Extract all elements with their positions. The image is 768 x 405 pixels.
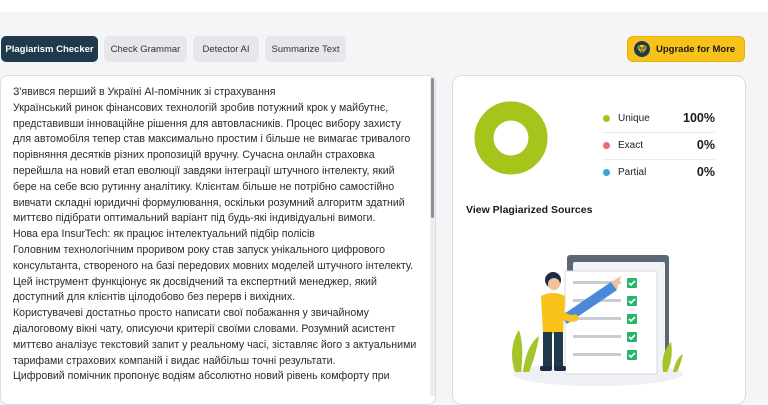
unique-dot: [603, 114, 610, 122]
upgrade-label: Upgrade for More: [656, 43, 736, 55]
legend-divider: [603, 159, 715, 160]
partial-dot: [603, 168, 610, 176]
editor-content[interactable]: З'явився перший в Україні AI-помічник зі…: [13, 85, 417, 385]
results-donut-chart: [474, 101, 548, 175]
editor-paragraph: Український ринок фінансових технологій …: [13, 101, 411, 225]
tab-check-grammar[interactable]: Check Grammar: [104, 36, 187, 62]
results-panel: Unique 100% Exact 0% Partial 0% View Pla…: [452, 75, 746, 405]
editor-paragraph: Головним технологічним проривом року ста…: [13, 243, 414, 304]
view-plagiarized-sources-heading: View Plagiarized Sources: [466, 204, 593, 216]
upgrade-button[interactable]: Upgrade for More: [627, 36, 745, 62]
legend-partial-label: Partial: [618, 166, 647, 178]
legend-unique: Unique 100%: [603, 109, 715, 127]
editor-paragraph: Нова ера InsurTech: як працює інтелектуа…: [13, 228, 315, 241]
legend-exact: Exact 0%: [603, 136, 715, 154]
legend-partial: Partial 0%: [603, 163, 715, 181]
tab-summarize-text[interactable]: Summarize Text: [265, 36, 346, 62]
legend-unique-value: 100%: [683, 111, 715, 125]
tab-plagiarism-checker[interactable]: Plagiarism Checker: [1, 36, 98, 62]
editor-paragraph: Користувачеві достатньо просто написати …: [13, 307, 417, 367]
tab-detector-ai[interactable]: Detector AI: [193, 36, 259, 62]
legend-partial-value: 0%: [696, 165, 715, 179]
unique-segment: [474, 101, 548, 175]
editor-paragraph: Цифровий помічник пропонує водіям абсолю…: [13, 370, 390, 383]
checklist-illustration: [512, 255, 683, 386]
diamond-icon: [634, 41, 650, 57]
text-editor[interactable]: З'явився перший в Україні AI-помічник зі…: [0, 75, 436, 405]
editor-paragraph: З'явився перший в Україні AI-помічник зі…: [13, 86, 276, 98]
editor-scrollbar-thumb[interactable]: [431, 78, 434, 218]
legend-exact-value: 0%: [696, 138, 715, 152]
legend-divider: [603, 132, 715, 133]
legend-unique-label: Unique: [618, 112, 650, 124]
exact-dot: [603, 141, 610, 149]
legend-exact-label: Exact: [618, 139, 644, 151]
